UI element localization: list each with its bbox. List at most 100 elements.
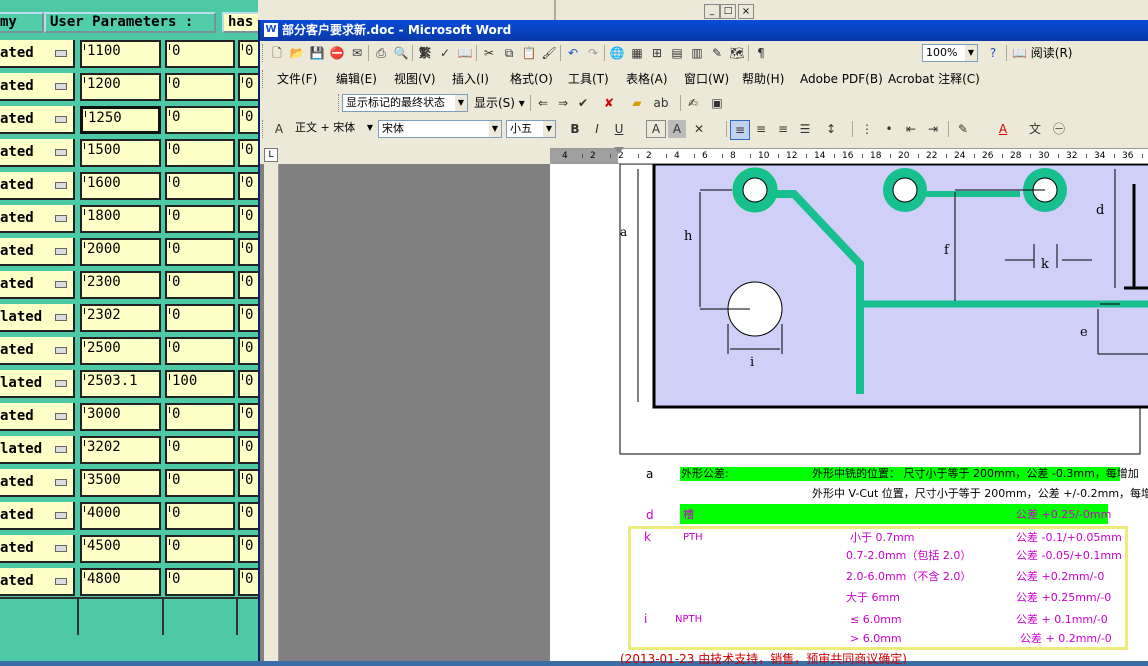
- status-cell[interactable]: ated: [0, 172, 75, 200]
- bold-icon[interactable]: B: [566, 120, 584, 138]
- column4-cell[interactable]: 0: [238, 337, 260, 365]
- center-icon[interactable]: ≡: [752, 120, 770, 138]
- column3-cell[interactable]: 0: [165, 172, 235, 200]
- value-cell[interactable]: 4800: [80, 568, 161, 596]
- spelling-icon[interactable]: ✓: [436, 44, 454, 62]
- drawing-icon[interactable]: ✎: [708, 44, 726, 62]
- font-size-combo[interactable]: 小五 ▼: [506, 120, 556, 138]
- status-cell[interactable]: ated: [0, 337, 75, 365]
- status-cell[interactable]: ated: [0, 403, 75, 431]
- redo-icon[interactable]: ↷: [584, 44, 602, 62]
- column4-cell[interactable]: 0: [238, 304, 260, 332]
- copy-icon[interactable]: ⧉: [500, 44, 518, 62]
- status-cell[interactable]: ated: [0, 502, 75, 530]
- enclose-characters-icon[interactable]: ㊀: [1050, 120, 1068, 138]
- justify-left-icon[interactable]: ≡: [730, 120, 750, 140]
- status-cell[interactable]: ated: [0, 568, 75, 596]
- column3-cell[interactable]: 0: [165, 139, 235, 167]
- status-cell[interactable]: lated: [0, 370, 75, 398]
- show-markup-button[interactable]: 显示(S) ▾: [474, 94, 525, 112]
- status-toggle-icon[interactable]: [55, 281, 67, 288]
- status-toggle-icon[interactable]: [55, 413, 67, 420]
- read-button[interactable]: 📖 阅读(R): [1012, 44, 1072, 62]
- font-combo[interactable]: 宋体 ▼: [378, 120, 502, 138]
- menu-help[interactable]: 帮助(H): [742, 70, 784, 88]
- italic-icon[interactable]: I: [588, 120, 606, 138]
- status-cell[interactable]: ated: [0, 139, 75, 167]
- character-shading-icon[interactable]: A: [668, 120, 686, 138]
- decrease-indent-icon[interactable]: ⇤: [902, 120, 920, 138]
- status-toggle-icon[interactable]: [55, 545, 67, 552]
- status-cell[interactable]: ated: [0, 205, 75, 233]
- column4-cell[interactable]: 0: [238, 535, 260, 563]
- column3-cell[interactable]: 0: [165, 40, 235, 68]
- value-cell[interactable]: 1500: [80, 139, 161, 167]
- column3-cell[interactable]: 0: [165, 502, 235, 530]
- next-change-icon[interactable]: ⇒: [554, 94, 572, 112]
- status-toggle-icon[interactable]: [55, 512, 67, 519]
- increase-indent-icon[interactable]: ⇥: [924, 120, 942, 138]
- format-painter-icon[interactable]: 🖌: [540, 44, 558, 62]
- column4-cell[interactable]: 0: [238, 370, 260, 398]
- markup-display-combo[interactable]: 显示标记的最终状态 ▼: [342, 94, 468, 112]
- status-toggle-icon[interactable]: [55, 182, 67, 189]
- value-cell[interactable]: 3500: [80, 469, 161, 497]
- column4-cell[interactable]: 0: [238, 403, 260, 431]
- status-cell[interactable]: ated: [0, 40, 75, 68]
- tab-selector-icon[interactable]: L: [264, 148, 278, 162]
- column4-cell[interactable]: 0: [238, 469, 260, 497]
- column4-cell[interactable]: 0: [238, 40, 260, 68]
- value-cell[interactable]: 1200: [80, 73, 161, 101]
- traditional-chinese-icon[interactable]: 繁: [416, 44, 434, 62]
- character-border-icon[interactable]: A: [646, 120, 666, 138]
- distributed-icon[interactable]: ☰: [796, 120, 814, 138]
- reject-change-icon[interactable]: ✘: [600, 94, 618, 112]
- print-preview-icon[interactable]: 🔍: [392, 44, 410, 62]
- status-cell[interactable]: ated: [0, 271, 75, 299]
- tab-user-parameters[interactable]: User Parameters :: [44, 12, 216, 33]
- value-cell[interactable]: 1600: [80, 172, 161, 200]
- paste-icon[interactable]: 📋: [520, 44, 538, 62]
- permission-icon[interactable]: ⛔: [328, 44, 346, 62]
- value-cell[interactable]: 4000: [80, 502, 161, 530]
- help-icon[interactable]: ?: [984, 44, 1002, 62]
- character-scaling-icon[interactable]: ✕: [690, 120, 708, 138]
- menu-acrobat-comments[interactable]: Acrobat 注释(C): [888, 70, 980, 88]
- status-toggle-icon[interactable]: [55, 314, 67, 321]
- status-toggle-icon[interactable]: [55, 578, 67, 585]
- column3-cell[interactable]: 0: [165, 205, 235, 233]
- column4-cell[interactable]: 0: [238, 568, 260, 596]
- column3-cell[interactable]: 0: [165, 238, 235, 266]
- insert-table-icon[interactable]: ⊞: [648, 44, 666, 62]
- minimize-icon[interactable]: _: [704, 4, 720, 19]
- column3-cell[interactable]: 0: [165, 469, 235, 497]
- hyperlink-icon[interactable]: 🌐: [608, 44, 626, 62]
- column4-cell[interactable]: 0: [238, 172, 260, 200]
- maximize-icon[interactable]: □: [720, 4, 736, 19]
- numbering-icon[interactable]: ⋮: [858, 120, 876, 138]
- highlight-color-icon[interactable]: ✎: [954, 120, 972, 138]
- columns-icon[interactable]: ▥: [688, 44, 706, 62]
- column4-cell[interactable]: 0: [238, 238, 260, 266]
- font-color-icon[interactable]: A: [994, 120, 1012, 138]
- menu-view[interactable]: 视图(V): [394, 70, 436, 88]
- style-combo[interactable]: 正文 + 宋体 ▼: [292, 120, 376, 138]
- menu-insert[interactable]: 插入(I): [452, 70, 489, 88]
- status-cell[interactable]: ated: [0, 469, 75, 497]
- value-cell[interactable]: 1800: [80, 205, 161, 233]
- previous-change-icon[interactable]: ⇐: [534, 94, 552, 112]
- status-toggle-icon[interactable]: [55, 347, 67, 354]
- underline-icon[interactable]: U: [610, 120, 628, 138]
- status-cell[interactable]: ated: [0, 106, 75, 134]
- insert-excel-icon[interactable]: ▤: [668, 44, 686, 62]
- column3-cell[interactable]: 0: [165, 535, 235, 563]
- value-cell[interactable]: 2300: [80, 271, 161, 299]
- menu-adobe-pdf[interactable]: Adobe PDF(B): [800, 70, 883, 88]
- undo-icon[interactable]: ↶: [564, 44, 582, 62]
- new-comment-icon[interactable]: ▰: [628, 94, 646, 112]
- align-right-icon[interactable]: ≡: [774, 120, 792, 138]
- column4-cell[interactable]: 0: [238, 271, 260, 299]
- column3-cell[interactable]: 0: [165, 403, 235, 431]
- zoom-combo[interactable]: 100% ▼: [922, 44, 978, 62]
- status-toggle-icon[interactable]: [55, 149, 67, 156]
